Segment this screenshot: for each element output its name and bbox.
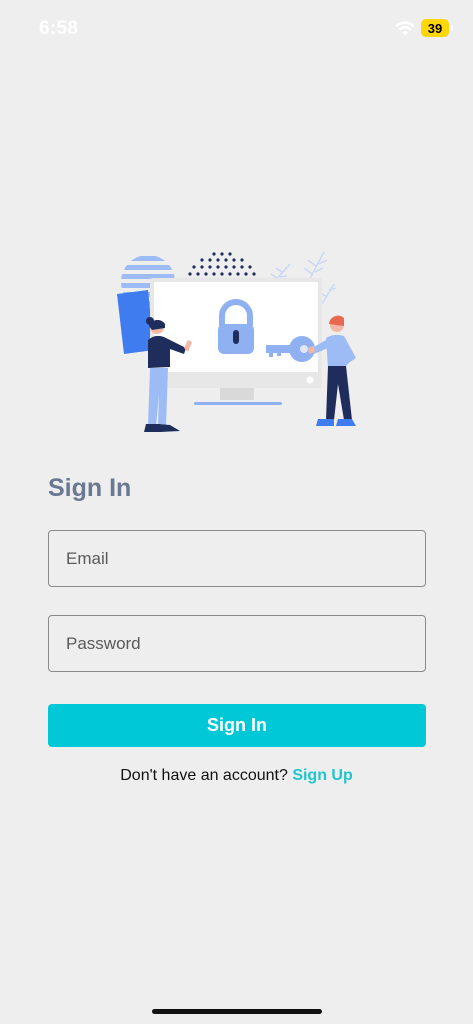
signup-prompt: Don't have an account? Sign Up [0, 767, 473, 785]
status-indicators: 39 [395, 16, 453, 40]
battery-icon: 39 [421, 19, 453, 37]
wifi-icon [395, 21, 415, 36]
security-illustration [117, 251, 356, 432]
page-title: Sign In [48, 474, 132, 502]
dots-decoration [188, 252, 256, 276]
password-field[interactable] [48, 615, 426, 672]
sign-in-button[interactable]: Sign In [48, 704, 426, 747]
email-field[interactable] [48, 530, 426, 587]
home-indicator [152, 1009, 322, 1014]
sign-up-link[interactable]: Sign Up [292, 767, 352, 784]
status-time: 6:58 [39, 18, 79, 39]
no-account-text: Don't have an account? [120, 767, 293, 784]
sign-in-screen: 6:58 39 Sign In Email Sign In Don't have… [0, 0, 473, 1024]
battery-level: 39 [427, 20, 443, 36]
